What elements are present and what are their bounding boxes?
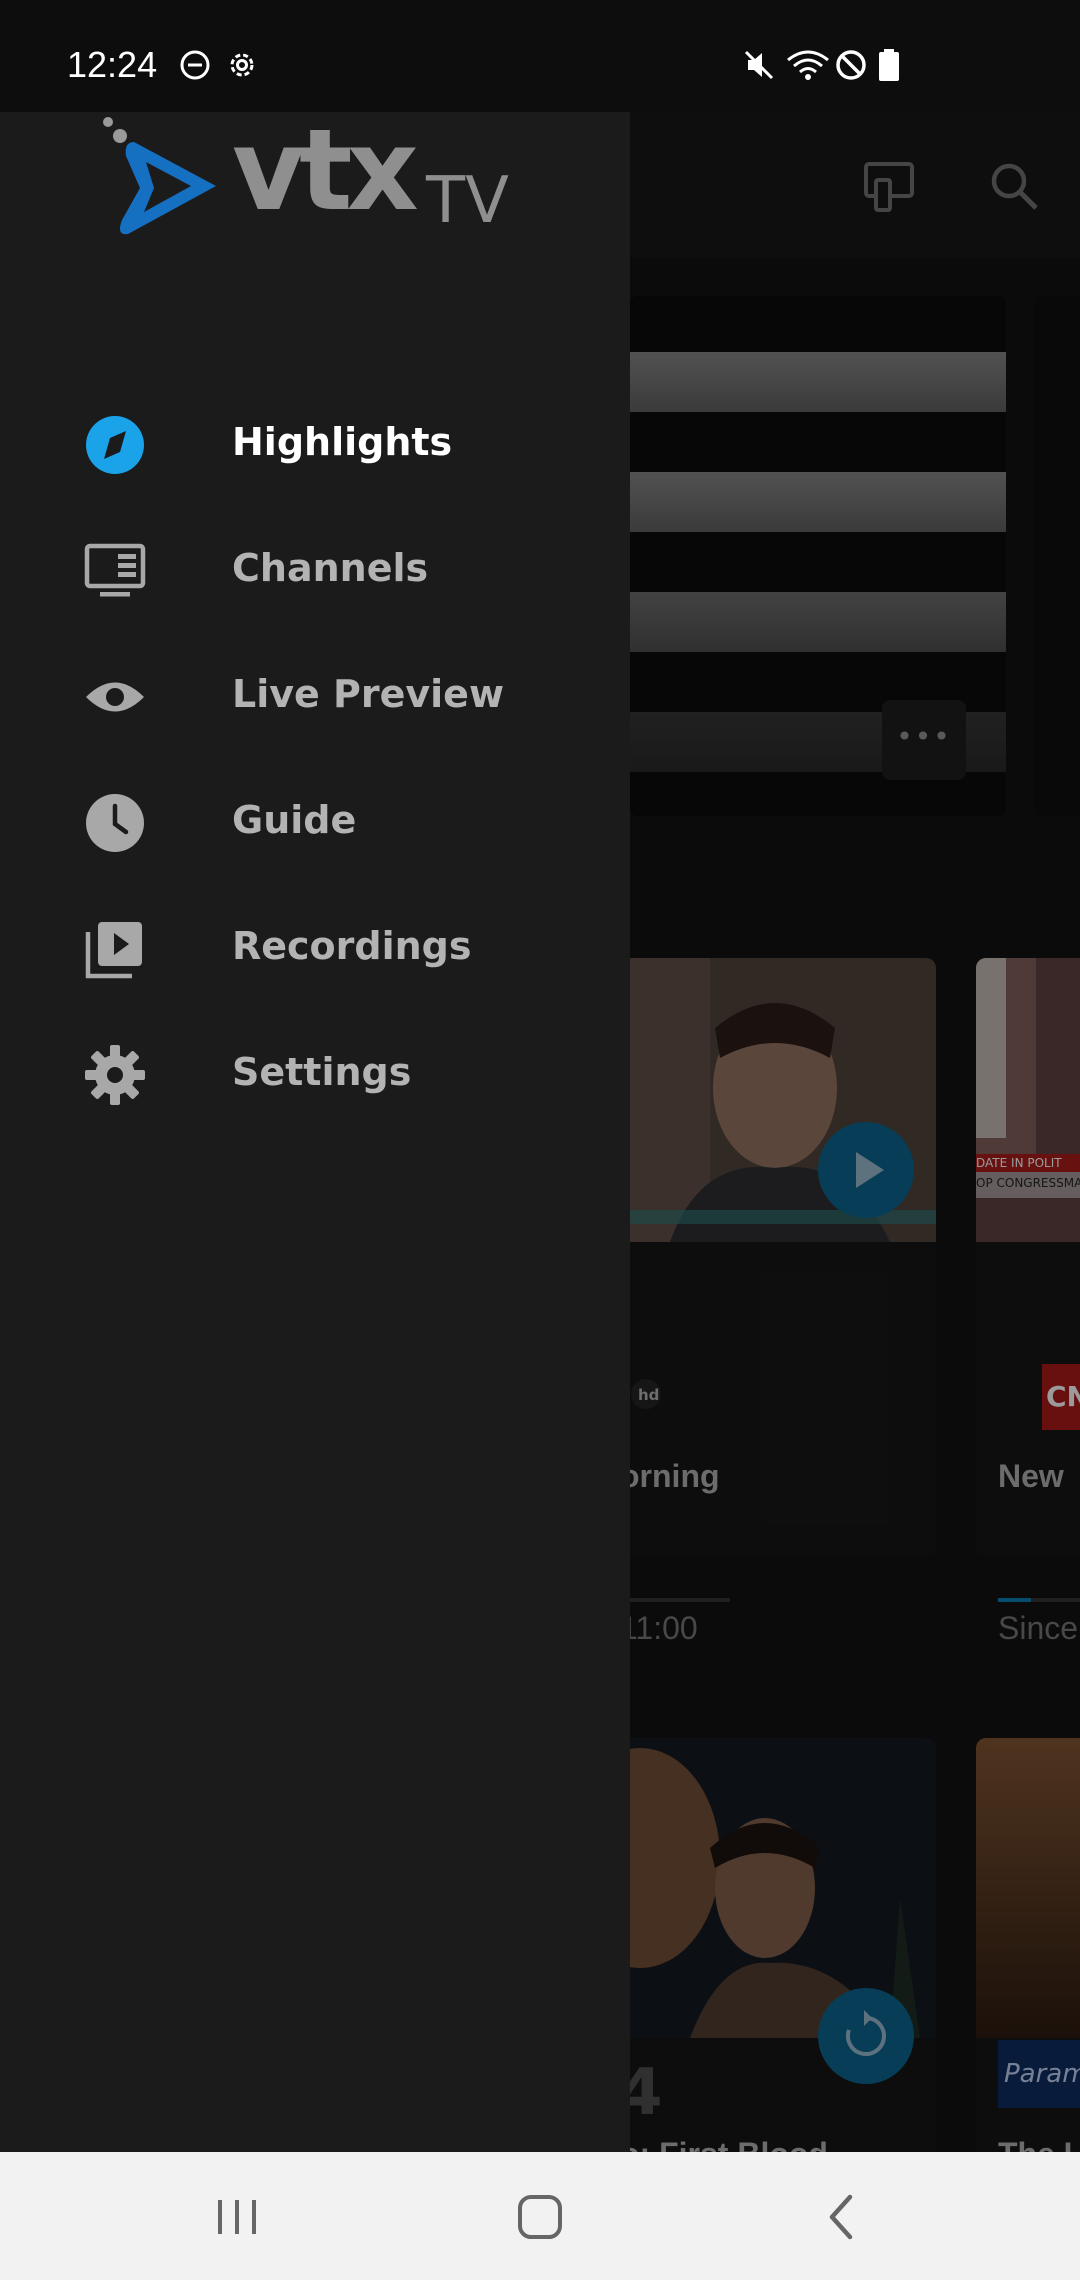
wifi-icon [787, 50, 829, 80]
drawer-item-label: Settings [232, 1050, 412, 1094]
drawer-item-label: Guide [232, 798, 357, 842]
drawer-item-recordings[interactable]: Recordings [0, 888, 630, 1008]
tv-list-icon [84, 543, 146, 597]
navigation-drawer: vtx TV Highlights Channels Live Preview [0, 106, 630, 2152]
home-icon[interactable] [505, 2182, 575, 2252]
drawer-item-label: Live Preview [232, 672, 505, 716]
clock-icon [86, 794, 144, 852]
eye-icon [86, 682, 144, 712]
logo-text: vtx [232, 106, 419, 236]
gear-icon [85, 1045, 145, 1105]
status-time: 12:24 [67, 44, 158, 85]
settings-status-icon [230, 53, 254, 77]
drawer-item-label: Channels [232, 546, 429, 590]
logo-mark-icon [103, 117, 216, 235]
blocked-icon [836, 50, 866, 80]
compass-icon [86, 416, 144, 474]
drawer-item-guide[interactable]: Guide [0, 762, 630, 882]
drawer-item-settings[interactable]: Settings [0, 1014, 630, 1134]
mute-icon [744, 50, 774, 80]
recent-apps-icon[interactable] [202, 2182, 272, 2252]
drawer-item-highlights[interactable]: Highlights [0, 384, 630, 504]
system-navigation-bar [0, 2152, 1080, 2280]
logo-suffix: TV [426, 164, 509, 238]
play-library-icon [85, 922, 142, 979]
app-logo: vtx TV [96, 106, 516, 252]
status-bar: 12:24 [0, 0, 1080, 112]
drawer-item-label: Recordings [232, 924, 472, 968]
drawer-item-live-preview[interactable]: Live Preview [0, 636, 630, 756]
do-not-disturb-icon [180, 50, 210, 80]
drawer-item-label: Highlights [232, 420, 453, 464]
back-icon[interactable] [806, 2182, 876, 2252]
battery-icon [879, 49, 899, 81]
drawer-item-channels[interactable]: Channels [0, 510, 630, 630]
